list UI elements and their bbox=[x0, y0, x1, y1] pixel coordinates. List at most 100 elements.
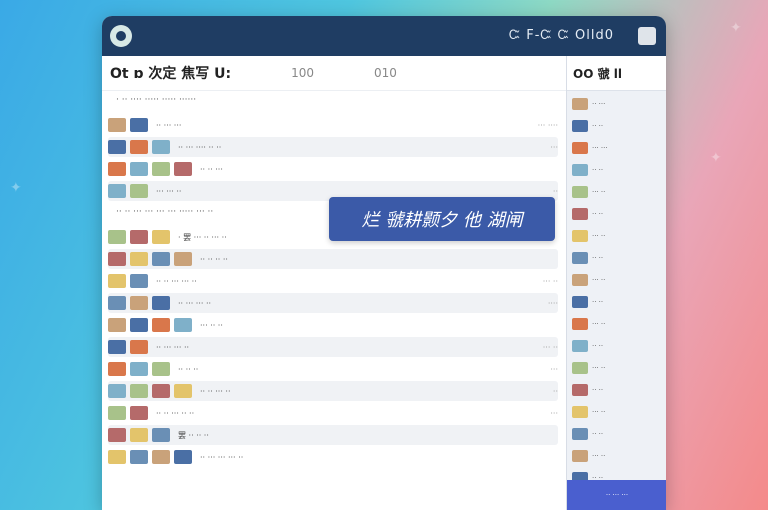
sidebar-item[interactable]: ··· ·· bbox=[572, 359, 662, 377]
section-heading: · ·· ···· ····· ····· ······ bbox=[116, 95, 197, 105]
list-item[interactable]: ·· ·· ·· ··· bbox=[108, 359, 558, 379]
thumbnail-image bbox=[108, 318, 126, 332]
thumbnail-image bbox=[572, 120, 588, 132]
list-item[interactable]: ·· ·· ·· ·· bbox=[108, 249, 558, 269]
thumbnail-image bbox=[130, 140, 148, 154]
sidebar-item[interactable]: ··· ·· bbox=[572, 271, 662, 289]
title-bar: Ꮸ F-Ꮸ Ꮸ Olld0 bbox=[102, 16, 666, 56]
sidebar-item[interactable]: ·· ··· bbox=[572, 95, 662, 113]
thumbnail-image bbox=[152, 450, 170, 464]
sidebar-item[interactable]: ··· ·· bbox=[572, 447, 662, 465]
list-item[interactable]: ·· ·· ··· ·· ·· ··· bbox=[108, 403, 558, 423]
list-item[interactable]: ·· ··· ··· ·· ···· bbox=[108, 293, 558, 313]
thumbnail-image bbox=[130, 384, 148, 398]
thumbnail-image bbox=[130, 362, 148, 376]
sidebar-item[interactable]: ··· ·· bbox=[572, 183, 662, 201]
list-item[interactable]: ·· ··· ··· ··· ···· bbox=[108, 115, 558, 135]
main-content: Ot ɒ 次定 焦写 U: 100 010 · ·· ···· ····· ··… bbox=[102, 56, 566, 510]
sidebar-item[interactable]: ·· ·· bbox=[572, 381, 662, 399]
sidebar-item-label: ··· ·· bbox=[592, 364, 606, 372]
thumbnail-image bbox=[572, 318, 588, 330]
thumbnail-image bbox=[572, 450, 588, 462]
window-title: Ꮸ F-Ꮸ Ꮸ Olld0 bbox=[508, 28, 614, 43]
list-item[interactable]: ·· ··· ··· ·· ··· ·· bbox=[108, 337, 558, 357]
sidebar-item[interactable]: ··· ·· bbox=[572, 403, 662, 421]
sidebar-item-label: ·· ·· bbox=[592, 430, 604, 438]
thumbnail-image bbox=[572, 252, 588, 264]
list-item-label: ·· ··· ··· ·· bbox=[156, 342, 190, 352]
thumbnail-image bbox=[152, 296, 170, 310]
thumbnail-image bbox=[108, 162, 126, 176]
list-item[interactable]: ·· ·· ··· ··· ·· ··· ·· bbox=[108, 271, 558, 291]
content-header: Ot ɒ 次定 焦写 U: 100 010 bbox=[102, 56, 566, 91]
sidebar-item-label: ·· ·· bbox=[592, 210, 604, 218]
sidebar-footer[interactable]: ·· ··· ··· bbox=[567, 480, 666, 510]
sidebar-item[interactable]: ·· ·· bbox=[572, 117, 662, 135]
thumbnail-image bbox=[572, 230, 588, 242]
sidebar-item-label: ·· ·· bbox=[592, 386, 604, 394]
list-item-meta: ··· bbox=[550, 142, 558, 152]
sidebar-item[interactable]: ·· ·· bbox=[572, 293, 662, 311]
sidebar-item[interactable]: ·· ·· bbox=[572, 337, 662, 355]
sidebar-item-label: ··· ·· bbox=[592, 232, 606, 240]
list-item-label: ··· ··· ·· bbox=[156, 186, 182, 196]
thumbnail-image bbox=[130, 296, 148, 310]
list-item-meta: ··· bbox=[550, 364, 558, 374]
sidebar-item-label: ··· ·· bbox=[592, 408, 606, 416]
sidebar-item-label: ·· ·· bbox=[592, 298, 604, 306]
sidebar-item-label: ··· ·· bbox=[592, 276, 606, 284]
list-item-meta: ··· bbox=[550, 408, 558, 418]
thumbnail-image bbox=[130, 274, 148, 288]
list-item[interactable]: ·· ·· ··· bbox=[108, 159, 558, 179]
list-item-label: ·· ·· ··· ·· bbox=[200, 386, 231, 396]
thumbnail-image bbox=[108, 296, 126, 310]
thumbnail-image bbox=[130, 340, 148, 354]
list-item[interactable]: ·· ·· ··· ·· ·· bbox=[108, 381, 558, 401]
thumbnail-image bbox=[108, 428, 126, 442]
promo-banner[interactable]: 烂 虢耕颢夕 他 湖闸 bbox=[329, 197, 555, 241]
thumbnail-image bbox=[130, 450, 148, 464]
list-item-meta: ··· ·· bbox=[542, 342, 558, 352]
list-item-label: ·· ··· ··· ·· bbox=[178, 298, 212, 308]
list-item-label: ·· ·· ··· ·· ·· bbox=[156, 408, 195, 418]
list-item-label: ·· ··· ···· ·· ·· bbox=[178, 142, 222, 152]
thumbnail-image bbox=[108, 450, 126, 464]
thumbnail-image bbox=[572, 142, 588, 154]
sidebar-title: OO 虢 ll bbox=[567, 56, 666, 91]
sidebar-item[interactable]: ·· ·· bbox=[572, 205, 662, 223]
thumbnail-image bbox=[174, 252, 192, 266]
thumbnail-image bbox=[152, 428, 170, 442]
thumbnail-image bbox=[108, 340, 126, 354]
sidebar-item-label: ··· ·· bbox=[592, 320, 606, 328]
thumbnail-image bbox=[572, 340, 588, 352]
thumbnail-image bbox=[152, 384, 170, 398]
list-item-meta: ···· bbox=[547, 298, 558, 308]
list-item[interactable]: ··· ·· ·· bbox=[108, 315, 558, 335]
sidebar-item[interactable]: ··· ·· bbox=[572, 227, 662, 245]
sidebar-item-label: ··· ·· bbox=[592, 452, 606, 460]
thumbnail-image bbox=[108, 274, 126, 288]
list-item[interactable]: 罢 ·· ·· ·· bbox=[108, 425, 558, 445]
sidebar-item-label: ·· ·· bbox=[592, 254, 604, 262]
list-item-label: · 罢 ··· ·· ··· ·· bbox=[178, 232, 227, 242]
list-item-meta: ·· bbox=[552, 186, 558, 196]
list-item-label: 罢 ·· ·· ·· bbox=[178, 430, 209, 440]
sidebar-item-label: ··· ·· bbox=[592, 188, 606, 196]
background-decoration: ✦ bbox=[730, 20, 742, 36]
thumbnail-image bbox=[130, 184, 148, 198]
list-item-label: ·· ··· ··· ··· ·· bbox=[200, 452, 244, 462]
thumbnail-image bbox=[174, 384, 192, 398]
window-button[interactable] bbox=[638, 27, 656, 45]
sidebar-item[interactable]: ·· ·· bbox=[572, 249, 662, 267]
sidebar-item[interactable]: ··· ·· bbox=[572, 315, 662, 333]
sidebar-item[interactable]: ·· ·· bbox=[572, 161, 662, 179]
list-item[interactable]: ·· ··· ···· ·· ·· ··· bbox=[108, 137, 558, 157]
thumbnail-image bbox=[108, 140, 126, 154]
thumbnail-image bbox=[152, 362, 170, 376]
list-item[interactable]: ·· ··· ··· ··· ·· bbox=[108, 447, 558, 467]
sidebar-item[interactable]: ·· ·· bbox=[572, 425, 662, 443]
thumbnail-image bbox=[152, 252, 170, 266]
sidebar-item-label: ·· ··· bbox=[592, 100, 606, 108]
header-number: 010 bbox=[373, 66, 397, 80]
sidebar-item[interactable]: ··· ··· bbox=[572, 139, 662, 157]
